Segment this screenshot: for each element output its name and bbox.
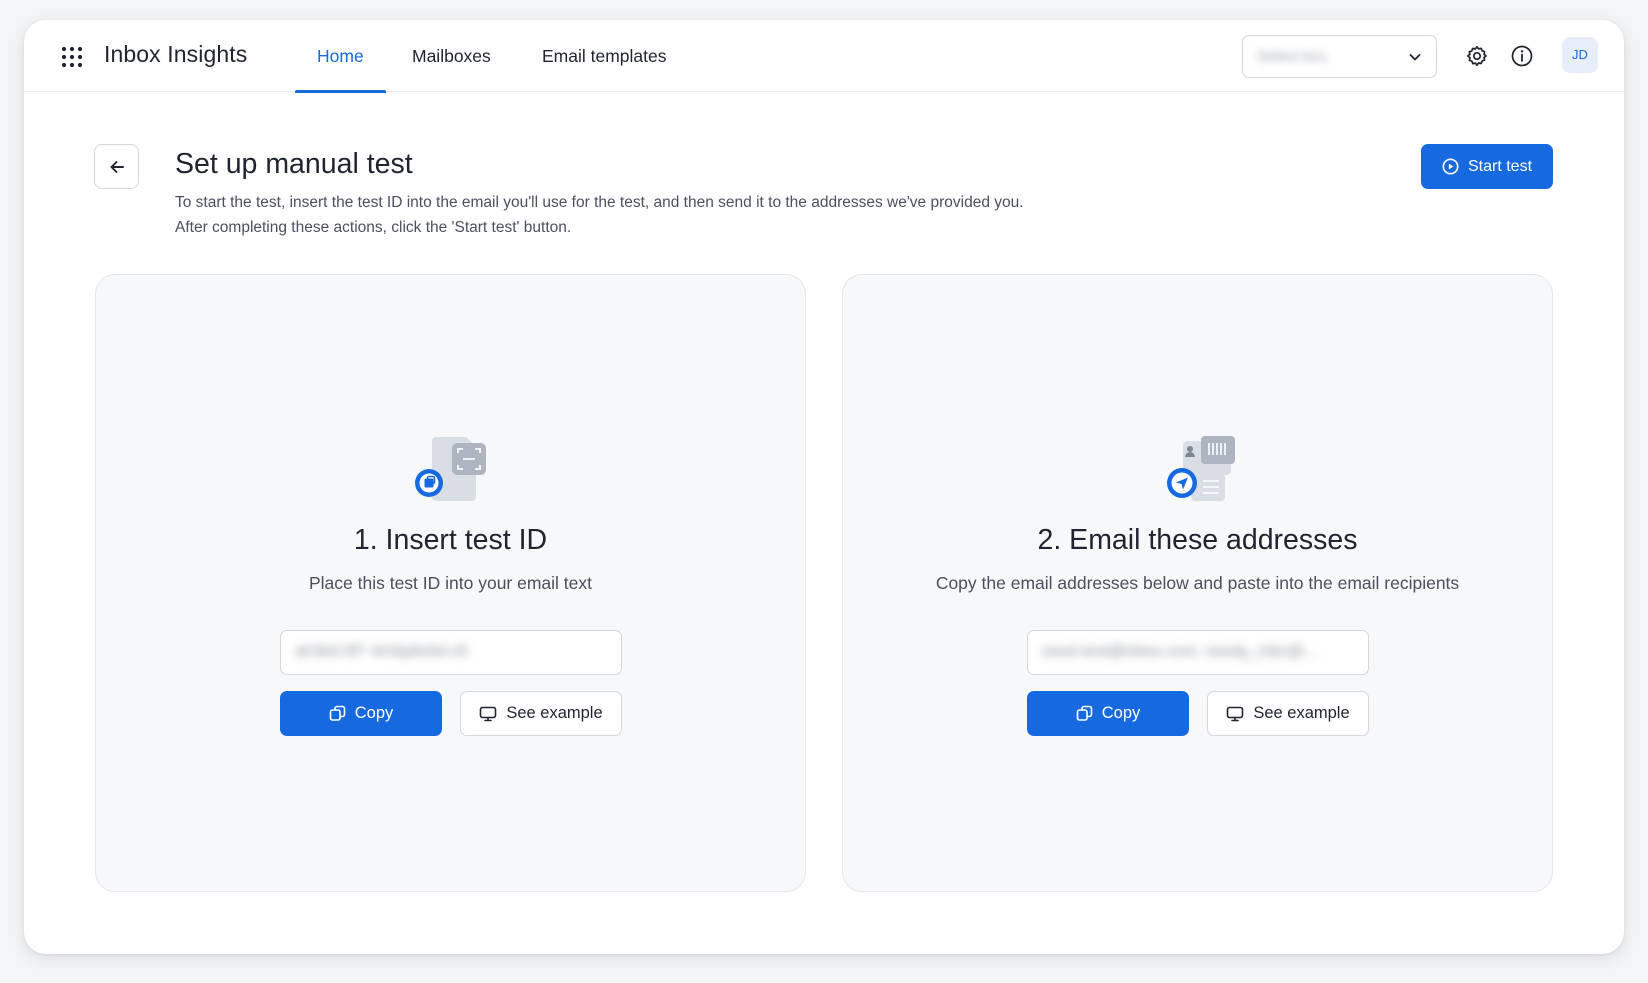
arrow-left-icon xyxy=(110,161,124,173)
page-description: To start the test, insert the test ID in… xyxy=(175,190,1135,240)
copy-addresses-button[interactable]: Copy xyxy=(1027,691,1189,736)
play-circle-icon xyxy=(1442,158,1459,175)
tab-mailboxes[interactable]: Mailboxes xyxy=(412,20,491,92)
tab-email-templates[interactable]: Email templates xyxy=(542,20,667,92)
test-id-value: ah3kd-9f7 4m0p8x5d-c6 xyxy=(295,643,468,660)
copy-test-id-button[interactable]: Copy xyxy=(280,691,442,736)
page-description-line-1: To start the test, insert the test ID in… xyxy=(175,194,1024,211)
app-window: Inbox Insights Home Mailboxes Email temp… xyxy=(24,20,1624,954)
copy-icon xyxy=(329,705,346,721)
see-example-label: See example xyxy=(506,704,603,722)
monitor-icon xyxy=(480,706,497,721)
account-select-value: Select Acc xyxy=(1257,48,1328,65)
send-addresses-icon xyxy=(1167,436,1235,501)
see-example-button[interactable]: See example xyxy=(1207,691,1369,736)
back-button[interactable] xyxy=(94,144,139,189)
copy-label: Copy xyxy=(354,704,394,722)
apps-grid-icon[interactable] xyxy=(61,46,83,68)
see-example-button[interactable]: See example xyxy=(460,691,622,736)
gear-icon[interactable] xyxy=(1465,44,1489,68)
start-test-button[interactable]: Start test xyxy=(1421,144,1553,189)
chevron-down-icon xyxy=(1409,54,1421,61)
test-id-field[interactable]: ah3kd-9f7 4m0p8x5d-c6 xyxy=(280,630,622,675)
page-title: Set up manual test xyxy=(175,148,413,180)
card-title: 1. Insert test ID xyxy=(353,524,548,556)
info-icon[interactable] xyxy=(1510,44,1534,68)
email-addresses-card: 2. Email these addresses Copy the email … xyxy=(842,274,1553,892)
see-example-label: See example xyxy=(1253,704,1350,722)
page-description-line-2: After completing these actions, click th… xyxy=(175,219,572,236)
email-addresses-value: seed-test@inbox.com, seedy_mbx@... xyxy=(1042,643,1318,660)
card-subtitle: Copy the email addresses below and paste… xyxy=(935,573,1460,593)
app-title: Inbox Insights xyxy=(104,41,248,67)
top-navbar: Inbox Insights Home Mailboxes Email temp… xyxy=(24,20,1624,93)
monitor-icon xyxy=(1227,706,1244,721)
copy-label: Copy xyxy=(1101,704,1141,722)
tab-home[interactable]: Home xyxy=(295,20,386,93)
copy-icon xyxy=(1076,705,1093,721)
account-select[interactable]: Select Acc xyxy=(1242,35,1437,78)
start-test-label: Start test xyxy=(1467,157,1533,175)
insert-test-id-card: 1. Insert test ID Place this test ID int… xyxy=(95,274,806,892)
card-title: 2. Email these addresses xyxy=(1037,524,1358,556)
document-id-icon xyxy=(415,437,486,501)
card-subtitle: Place this test ID into your email text xyxy=(308,573,593,593)
email-addresses-field[interactable]: seed-test@inbox.com, seedy_mbx@... xyxy=(1027,630,1369,675)
avatar[interactable]: JD xyxy=(1562,37,1598,73)
